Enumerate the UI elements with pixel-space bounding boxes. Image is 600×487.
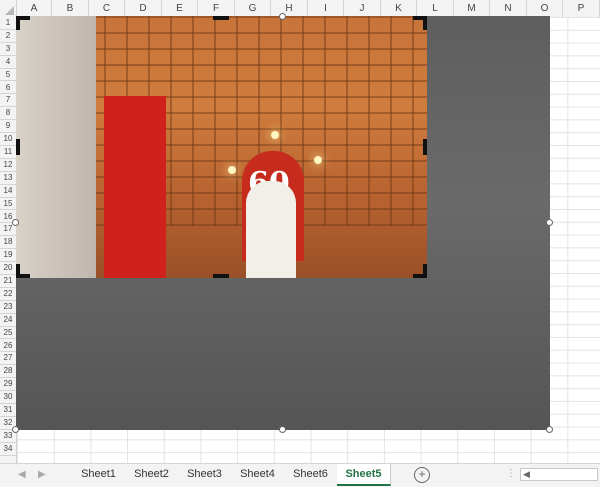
column-header-l[interactable]: L <box>417 0 454 17</box>
row-header-12[interactable]: 12 <box>0 159 16 172</box>
column-header-m[interactable]: M <box>454 0 490 17</box>
column-header-i[interactable]: I <box>308 0 344 17</box>
row-header-26[interactable]: 26 <box>0 340 16 353</box>
column-header-c[interactable]: C <box>89 0 125 17</box>
column-header-o[interactable]: O <box>527 0 563 17</box>
resize-handle-top[interactable] <box>279 13 286 20</box>
tab-sheet5[interactable]: Sheet5 <box>337 464 391 486</box>
row-header-1[interactable]: 1 <box>0 17 16 30</box>
resize-handle-left[interactable] <box>12 219 19 226</box>
crop-handle-top-right[interactable] <box>413 16 427 30</box>
crop-handle-left[interactable] <box>16 139 20 155</box>
row-header-15[interactable]: 15 <box>0 198 16 211</box>
column-header-k[interactable]: K <box>381 0 417 17</box>
tab-sheet2[interactable]: Sheet2 <box>125 464 179 484</box>
tab-sheet3[interactable]: Sheet3 <box>178 464 232 484</box>
row-header-29[interactable]: 29 <box>0 378 16 392</box>
picture-red-banner <box>104 96 166 278</box>
row-header-4[interactable]: 4 <box>0 56 16 69</box>
scroll-left-icon[interactable]: ◀ <box>523 469 530 480</box>
row-header-25[interactable]: 25 <box>0 327 16 340</box>
row-header-27[interactable]: 27 <box>0 352 16 366</box>
column-header-n[interactable]: N <box>490 0 527 17</box>
row-header-19[interactable]: 19 <box>0 249 16 263</box>
crop-handle-top[interactable] <box>213 16 229 20</box>
resize-handle-right[interactable] <box>546 219 553 226</box>
resize-handle-bottom-left[interactable] <box>12 426 19 433</box>
picture-cropped-region[interactable]: 60 <box>16 16 427 278</box>
column-header-g[interactable]: G <box>235 0 271 17</box>
horizontal-scrollbar[interactable]: ◀ <box>520 468 598 481</box>
next-sheet-icon[interactable]: ▶ <box>38 469 46 480</box>
column-header-h[interactable]: H <box>271 0 308 17</box>
row-header-20[interactable]: 20 <box>0 262 16 275</box>
row-header-6[interactable]: 6 <box>0 82 16 95</box>
column-header-b[interactable]: B <box>52 0 89 17</box>
row-header-28[interactable]: 28 <box>0 365 16 379</box>
row-header-24[interactable]: 24 <box>0 314 16 327</box>
tab-options-icon[interactable]: ⋮ <box>506 468 516 479</box>
row-header-14[interactable]: 14 <box>0 185 16 198</box>
row-header-34[interactable]: 34 <box>0 443 16 456</box>
row-header-11[interactable]: 11 <box>0 146 16 159</box>
row-header-5[interactable]: 5 <box>0 69 16 82</box>
picture-light <box>271 131 279 139</box>
row-header-9[interactable]: 9 <box>0 120 16 134</box>
row-header-18[interactable]: 18 <box>0 236 16 250</box>
picture-arch <box>16 16 96 278</box>
row-header-7[interactable]: 7 <box>0 94 16 108</box>
row-header-13[interactable]: 13 <box>0 172 16 185</box>
column-header-p[interactable]: P <box>563 0 600 17</box>
row-header-31[interactable]: 31 <box>0 404 16 417</box>
crop-handle-right[interactable] <box>423 139 427 155</box>
crop-handle-top-left[interactable] <box>16 16 30 30</box>
select-all-corner[interactable] <box>0 0 17 17</box>
tab-sheet1[interactable]: Sheet1 <box>72 464 126 484</box>
picture-light <box>228 166 236 174</box>
tab-sheet4[interactable]: Sheet4 <box>231 464 285 484</box>
row-header-2[interactable]: 2 <box>0 30 16 43</box>
row-header-30[interactable]: 30 <box>0 391 16 404</box>
prev-sheet-icon[interactable]: ◀ <box>18 469 26 480</box>
crop-handle-bottom-left[interactable] <box>16 264 30 278</box>
row-header-23[interactable]: 23 <box>0 301 16 314</box>
row-header-22[interactable]: 22 <box>0 288 16 301</box>
sheet-tab-bar: ◀ ▶ Sheet1 Sheet2 Sheet3 Sheet4 Sheet6 S… <box>0 463 600 487</box>
row-header-21[interactable]: 21 <box>0 275 16 288</box>
crop-handle-bottom-right[interactable] <box>413 264 427 278</box>
picture-mannequin <box>246 181 296 278</box>
crop-handle-bottom[interactable] <box>213 274 229 278</box>
column-header-e[interactable]: E <box>162 0 198 17</box>
column-header-d[interactable]: D <box>125 0 162 17</box>
column-header-f[interactable]: F <box>198 0 235 17</box>
picture-light <box>314 156 322 164</box>
tab-sheet6[interactable]: Sheet6 <box>284 464 338 484</box>
column-header-a[interactable]: A <box>17 0 52 17</box>
column-header-j[interactable]: J <box>344 0 381 17</box>
row-header-8[interactable]: 8 <box>0 107 16 121</box>
row-header-10[interactable]: 10 <box>0 133 16 146</box>
row-header-3[interactable]: 3 <box>0 43 16 56</box>
resize-handle-bottom-right[interactable] <box>546 426 553 433</box>
resize-handle-bottom[interactable] <box>279 426 286 433</box>
add-sheet-icon[interactable]: + <box>414 467 430 483</box>
